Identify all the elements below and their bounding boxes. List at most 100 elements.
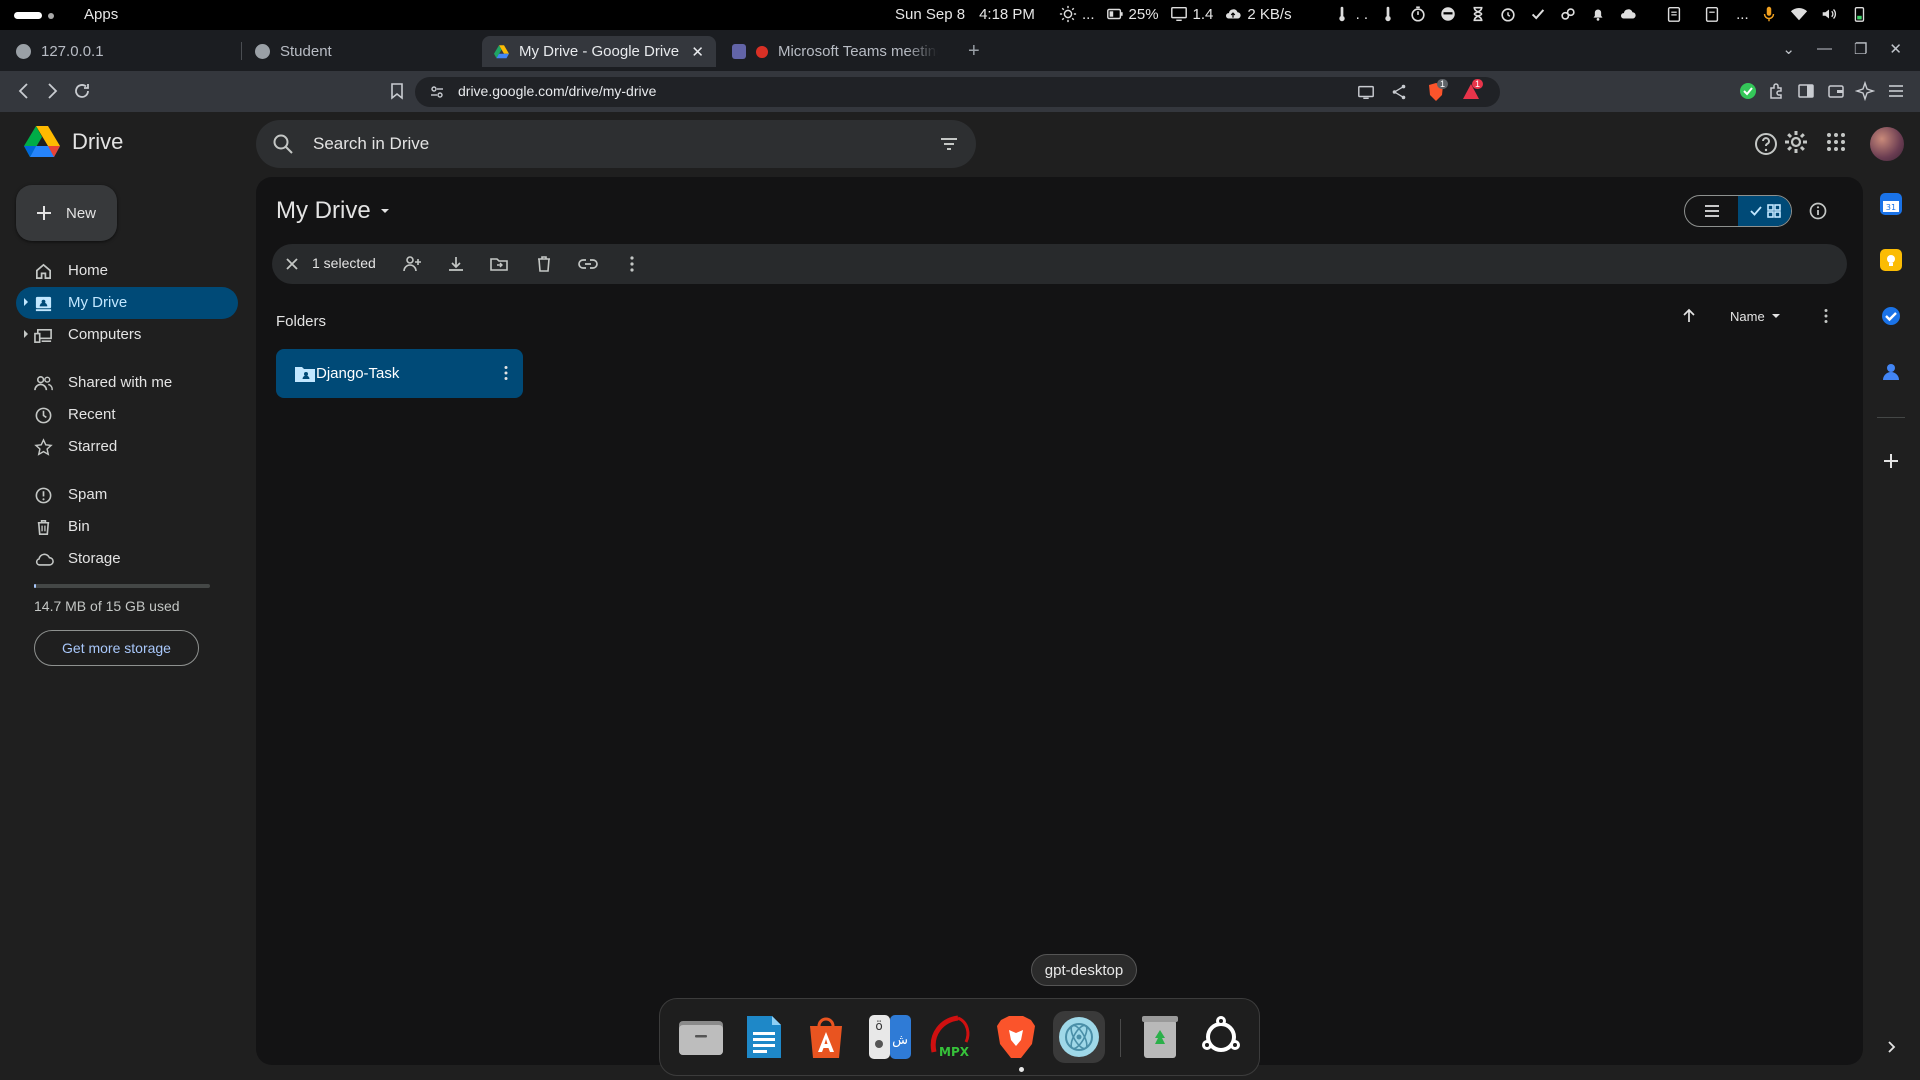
details-info-icon[interactable] — [1808, 201, 1828, 221]
extensions-puzzle-icon[interactable] — [1767, 81, 1787, 101]
ghost-icon[interactable] — [1438, 4, 1458, 24]
keep-icon[interactable] — [1880, 249, 1902, 271]
search-icon[interactable] — [272, 133, 294, 155]
back-icon[interactable] — [14, 81, 34, 101]
keyboard-layout-icon[interactable]: öش — [864, 1011, 916, 1063]
grid-view-button[interactable] — [1738, 196, 1791, 226]
leo-ai-icon[interactable] — [1855, 81, 1875, 101]
apps-menu[interactable]: Apps — [84, 6, 118, 23]
weather-indicator[interactable]: ... — [1058, 4, 1095, 24]
clipboard-2-icon[interactable] — [1702, 4, 1722, 24]
checkmark-icon[interactable] — [1528, 4, 1548, 24]
nav-bin[interactable]: Bin — [16, 511, 238, 543]
brave-browser-icon[interactable] — [990, 1011, 1042, 1063]
volume-icon[interactable] — [1819, 4, 1839, 24]
forward-icon[interactable] — [42, 81, 62, 101]
thermometer-2-icon[interactable] — [1378, 4, 1398, 24]
nav-my-drive[interactable]: My Drive — [16, 287, 238, 319]
link-icon[interactable] — [1558, 4, 1578, 24]
load-indicator[interactable]: 1.4 — [1169, 4, 1213, 24]
nav-starred[interactable]: Starred — [16, 431, 238, 463]
extension-green-icon[interactable] — [1738, 81, 1758, 101]
folder-card[interactable]: Django-Task — [276, 349, 523, 398]
page-title-dropdown[interactable]: My Drive — [276, 197, 391, 225]
new-tab-button[interactable]: + — [968, 40, 980, 63]
share-icon[interactable] — [1390, 83, 1408, 101]
cloud-icon[interactable] — [1618, 4, 1638, 24]
nav-recent[interactable]: Recent — [16, 399, 238, 431]
support-icon[interactable] — [1752, 130, 1780, 158]
drive-logo[interactable]: Drive — [24, 126, 123, 158]
ubuntu-show-apps-icon[interactable] — [1195, 1011, 1247, 1063]
copy-link-icon[interactable] — [578, 254, 598, 274]
restore-icon[interactable]: ❐ — [1854, 40, 1867, 58]
tasks-icon[interactable] — [1880, 305, 1902, 327]
nav-spam[interactable]: Spam — [16, 479, 238, 511]
timer-icon[interactable] — [1408, 4, 1428, 24]
battery-status-icon[interactable] — [1849, 4, 1869, 24]
site-settings-icon[interactable] — [429, 84, 445, 100]
workspace-indicator[interactable] — [14, 12, 42, 19]
files-app-icon[interactable] — [675, 1011, 727, 1063]
add-addon-icon[interactable] — [1880, 450, 1902, 472]
trash-icon[interactable] — [534, 254, 554, 274]
expand-caret-icon[interactable] — [24, 298, 28, 306]
search-options-icon[interactable] — [938, 133, 960, 155]
list-view-button[interactable] — [1685, 196, 1738, 226]
expand-caret-icon[interactable] — [24, 330, 28, 338]
close-window-icon[interactable]: ✕ — [1889, 40, 1902, 58]
nav-storage[interactable]: Storage — [16, 543, 238, 575]
gpt-desktop-app-icon[interactable] — [1053, 1011, 1105, 1063]
workspace-dot[interactable] — [48, 13, 54, 19]
expand-side-panel-icon[interactable] — [1884, 1040, 1898, 1054]
settings-gear-icon[interactable] — [1782, 128, 1810, 156]
menu-icon[interactable] — [1886, 81, 1906, 101]
download-icon[interactable] — [446, 254, 466, 274]
move-icon[interactable] — [489, 254, 509, 274]
trash-app-icon[interactable] — [1134, 1011, 1186, 1063]
hourglass-icon[interactable] — [1468, 4, 1488, 24]
tab-teams[interactable]: Microsoft Teams meeting — [720, 36, 950, 67]
alarm-icon[interactable] — [1498, 4, 1518, 24]
writer-app-icon[interactable] — [738, 1011, 790, 1063]
tab-localhost[interactable]: 127.0.0.1 — [4, 36, 239, 67]
microphone-icon[interactable] — [1759, 4, 1779, 24]
brave-shields-icon[interactable]: 1 — [1427, 79, 1449, 102]
app-center-icon[interactable] — [800, 1011, 852, 1063]
close-tab-icon[interactable]: ✕ — [691, 43, 704, 61]
address-bar[interactable]: drive.google.com/drive/my-drive 1 1 — [415, 77, 1500, 107]
share-person-icon[interactable] — [402, 254, 422, 274]
bell-icon[interactable] — [1588, 4, 1608, 24]
clipboard-icon[interactable] — [1664, 4, 1684, 24]
clear-selection-icon[interactable] — [282, 254, 302, 274]
cast-icon[interactable] — [1357, 83, 1375, 101]
minimize-icon[interactable]: — — [1817, 40, 1832, 58]
folder-options-icon[interactable] — [1817, 307, 1835, 325]
bookmark-icon[interactable] — [387, 81, 407, 101]
network-speed-indicator[interactable]: 2 KB/s — [1223, 4, 1292, 24]
nav-home[interactable]: Home — [16, 255, 238, 287]
temperature-indicator[interactable]: . . — [1332, 4, 1368, 24]
new-button[interactable]: New — [16, 185, 117, 241]
nav-computers[interactable]: Computers — [16, 319, 238, 351]
apps-grid-icon[interactable] — [1824, 130, 1852, 158]
overflow-dots[interactable]: ... — [1736, 6, 1749, 23]
sort-by-name-button[interactable]: Name — [1730, 309, 1765, 324]
account-avatar[interactable] — [1870, 127, 1904, 161]
sort-direction-icon[interactable] — [1680, 307, 1698, 325]
tab-google-drive[interactable]: My Drive - Google Drive ✕ — [482, 36, 716, 67]
folder-more-icon[interactable] — [497, 364, 515, 382]
clock[interactable]: Sun Sep 8 4:18 PM — [895, 6, 1035, 23]
brave-rewards-icon[interactable]: 1 — [1462, 79, 1484, 102]
contacts-icon[interactable] — [1880, 361, 1902, 383]
tab-search-icon[interactable]: ⌄ — [1782, 40, 1795, 58]
tab-student[interactable]: Student — [243, 36, 478, 67]
reload-icon[interactable] — [72, 81, 92, 101]
wallet-icon[interactable] — [1826, 81, 1846, 101]
battery-indicator[interactable]: 25% — [1105, 4, 1159, 24]
nav-shared-with-me[interactable]: Shared with me — [16, 367, 238, 399]
search-bar[interactable]: Search in Drive — [256, 120, 976, 168]
wifi-icon[interactable] — [1789, 4, 1809, 24]
calendar-icon[interactable]: 31 — [1880, 193, 1902, 215]
search-input[interactable]: Search in Drive — [313, 134, 429, 154]
